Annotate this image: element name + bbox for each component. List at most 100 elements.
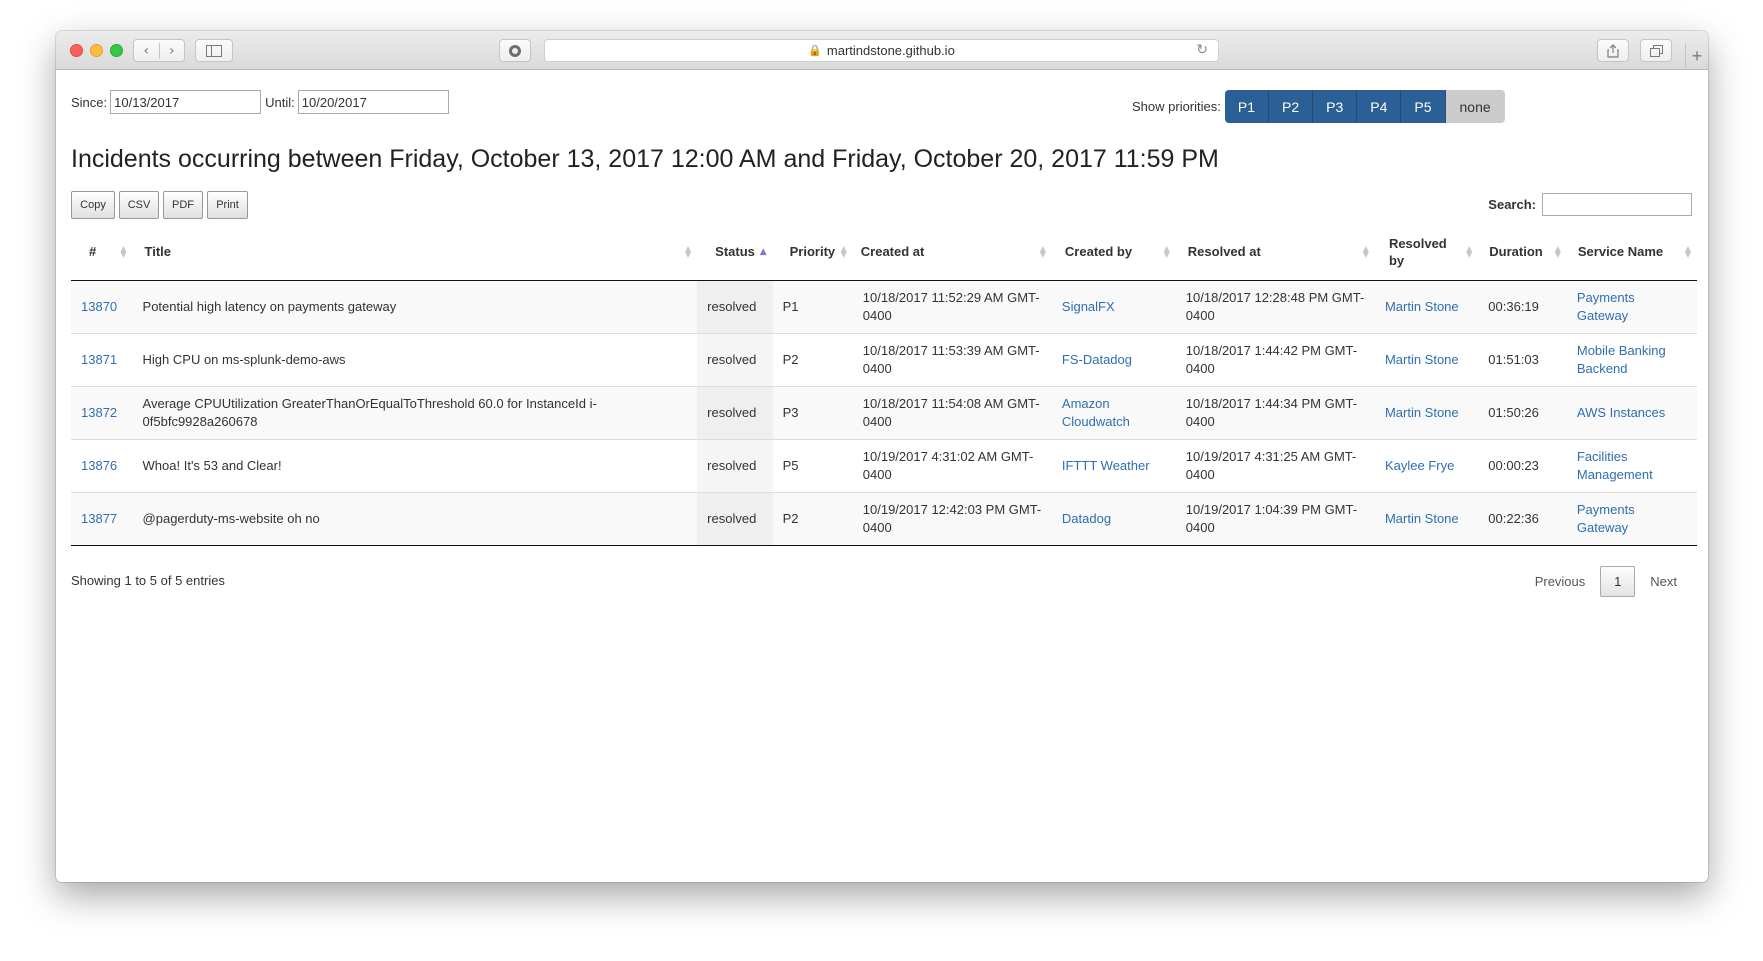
pagination: Previous 1 Next: [1535, 566, 1677, 597]
incident-resolved-at: 10/19/2017 1:04:39 PM GMT-0400: [1175, 491, 1375, 546]
incident-priority: P2: [772, 491, 853, 546]
incident-status: resolved: [697, 385, 773, 439]
sort-icon: ▲ ▼: [120, 243, 127, 259]
minimize-window-button[interactable]: [90, 44, 103, 57]
incident-created-by-link[interactable]: FS-Datadog: [1062, 352, 1132, 367]
share-icon: [1607, 43, 1619, 58]
browser-window: ‹ › 🔒 martindstone.github.io ↻ + Since: …: [56, 31, 1708, 882]
column-header-id[interactable]: # ▲ ▼: [71, 224, 133, 281]
table-row: 13871 High CPU on ms-splunk-demo-aws res…: [71, 332, 1697, 386]
incident-resolved-at: 10/18/2017 12:28:48 PM GMT-0400: [1175, 279, 1375, 333]
sort-icon: ▲ ▼: [840, 243, 847, 259]
incident-created-by-link[interactable]: IFTTT Weather: [1062, 458, 1150, 473]
incident-service-link[interactable]: Facilities Management: [1577, 449, 1653, 482]
column-header-status[interactable]: Status ▲: [697, 224, 773, 281]
close-window-button[interactable]: [70, 44, 83, 57]
incident-resolved-by-link[interactable]: Kaylee Frye: [1385, 458, 1454, 473]
priority-p4-button[interactable]: P4: [1357, 90, 1402, 123]
incident-status: resolved: [697, 491, 773, 546]
incident-created-by-link[interactable]: Amazon Cloudwatch: [1062, 396, 1130, 429]
priority-p1-button[interactable]: P1: [1224, 90, 1269, 123]
sidebar-icon: [206, 44, 222, 57]
reload-icon[interactable]: ↻: [1196, 42, 1208, 58]
sort-icon: ▲ ▼: [1039, 243, 1046, 259]
table-row: 13877 @pagerduty-ms-website oh no resolv…: [71, 491, 1697, 546]
incident-priority: P5: [772, 438, 853, 492]
table-header-row: # ▲ ▼ Title ▲ ▼ Status ▲ Priority ▲ ▼ Created a…: [71, 224, 1697, 281]
chevron-right-icon[interactable]: ›: [158, 42, 185, 59]
incident-resolved-by-link[interactable]: Martin Stone: [1385, 352, 1459, 367]
incident-id-link[interactable]: 13877: [81, 511, 117, 526]
column-header-resolved-at[interactable]: Resolved at ▲ ▼: [1175, 224, 1375, 281]
next-page-button[interactable]: Next: [1650, 574, 1677, 589]
address-bar[interactable]: 🔒 martindstone.github.io ↻: [544, 39, 1219, 62]
incident-duration: 00:36:19: [1478, 279, 1567, 333]
column-header-resolved-by[interactable]: Resolved by ▲ ▼: [1374, 224, 1479, 281]
incident-service-link[interactable]: AWS Instances: [1577, 405, 1665, 420]
sidebar-toggle-button[interactable]: [195, 39, 233, 62]
incident-resolved-at: 10/18/2017 1:44:42 PM GMT-0400: [1175, 332, 1375, 386]
incident-status: resolved: [697, 332, 773, 386]
until-label: Until:: [265, 94, 295, 110]
new-tab-button[interactable]: +: [1685, 43, 1708, 70]
sort-icon: ▲ ▼: [1684, 243, 1691, 259]
table-row: 13872 Average CPUUtilization GreaterThan…: [71, 385, 1697, 439]
incident-service-link[interactable]: Mobile Banking Backend: [1577, 343, 1666, 376]
priorities-label: Show priorities:: [1132, 99, 1221, 114]
sort-icon: ▲ ▼: [1466, 243, 1473, 259]
incident-service-link[interactable]: Payments Gateway: [1577, 502, 1635, 535]
incident-title: @pagerduty-ms-website oh no: [132, 491, 698, 546]
column-header-created-by[interactable]: Created by ▲ ▼: [1051, 224, 1176, 281]
incident-resolved-by-link[interactable]: Martin Stone: [1385, 299, 1459, 314]
column-header-service-name[interactable]: Service Name ▲ ▼: [1566, 224, 1697, 281]
search-label: Search:: [1488, 197, 1536, 212]
priority-p2-button[interactable]: P2: [1269, 90, 1314, 123]
table-row: 13870 Potential high latency on payments…: [71, 279, 1697, 333]
incident-id-link[interactable]: 13870: [81, 299, 117, 314]
incident-duration: 00:00:23: [1478, 438, 1567, 492]
priority-p5-button[interactable]: P5: [1401, 90, 1446, 123]
priority-p3-button[interactable]: P3: [1313, 90, 1358, 123]
column-header-priority[interactable]: Priority ▲ ▼: [772, 224, 853, 281]
incident-id-link[interactable]: 13876: [81, 458, 117, 473]
chevron-left-icon[interactable]: ‹: [134, 43, 159, 59]
copy-button[interactable]: Copy: [71, 191, 115, 219]
incident-created-by-link[interactable]: SignalFX: [1062, 299, 1115, 314]
incident-service-link[interactable]: Payments Gateway: [1577, 290, 1635, 323]
incident-duration: 01:50:26: [1478, 385, 1567, 439]
table-search: Search:: [1488, 193, 1692, 216]
incident-id-link[interactable]: 13872: [81, 405, 117, 420]
export-buttons: Copy CSV PDF Print: [71, 191, 248, 219]
table-row: 13876 Whoa! It's 53 and Clear! resolved …: [71, 438, 1697, 492]
priority-none-button[interactable]: none: [1445, 90, 1505, 123]
column-header-title[interactable]: Title ▲ ▼: [132, 224, 698, 281]
csv-button[interactable]: CSV: [119, 191, 159, 219]
zoom-window-button[interactable]: [110, 44, 123, 57]
browser-toolbar: ‹ › 🔒 martindstone.github.io ↻ +: [56, 31, 1708, 70]
since-input[interactable]: [110, 90, 262, 114]
print-button[interactable]: Print: [207, 191, 248, 219]
incident-duration: 00:22:36: [1478, 491, 1567, 546]
incident-created-at: 10/19/2017 12:42:03 PM GMT-0400: [852, 491, 1052, 546]
sort-icon: ▲ ▼: [1163, 243, 1170, 259]
previous-page-button[interactable]: Previous: [1535, 574, 1586, 589]
column-header-created-at[interactable]: Created at ▲ ▼: [852, 224, 1052, 281]
column-header-duration[interactable]: Duration ▲ ▼: [1478, 224, 1567, 281]
search-input[interactable]: [1542, 193, 1692, 216]
privacy-button[interactable]: [499, 39, 531, 62]
current-page-button[interactable]: 1: [1600, 566, 1636, 597]
incident-resolved-at: 10/18/2017 1:44:34 PM GMT-0400: [1175, 385, 1375, 439]
url-text: martindstone.github.io: [826, 43, 955, 58]
incident-status: resolved: [697, 438, 773, 492]
incident-resolved-by-link[interactable]: Martin Stone: [1385, 511, 1459, 526]
pdf-button[interactable]: PDF: [163, 191, 203, 219]
incident-id-link[interactable]: 13871: [81, 352, 117, 367]
show-tabs-button[interactable]: [1640, 39, 1672, 62]
sort-icon: ▲ ▼: [685, 243, 692, 259]
incidents-table: # ▲ ▼ Title ▲ ▼ Status ▲ Priority ▲ ▼ Created a…: [71, 224, 1697, 546]
page-title: Incidents occurring between Friday, Octo…: [71, 145, 1219, 173]
share-button[interactable]: [1597, 39, 1629, 62]
until-input[interactable]: [297, 90, 449, 114]
incident-resolved-by-link[interactable]: Martin Stone: [1385, 405, 1459, 420]
incident-created-by-link[interactable]: Datadog: [1062, 511, 1111, 526]
